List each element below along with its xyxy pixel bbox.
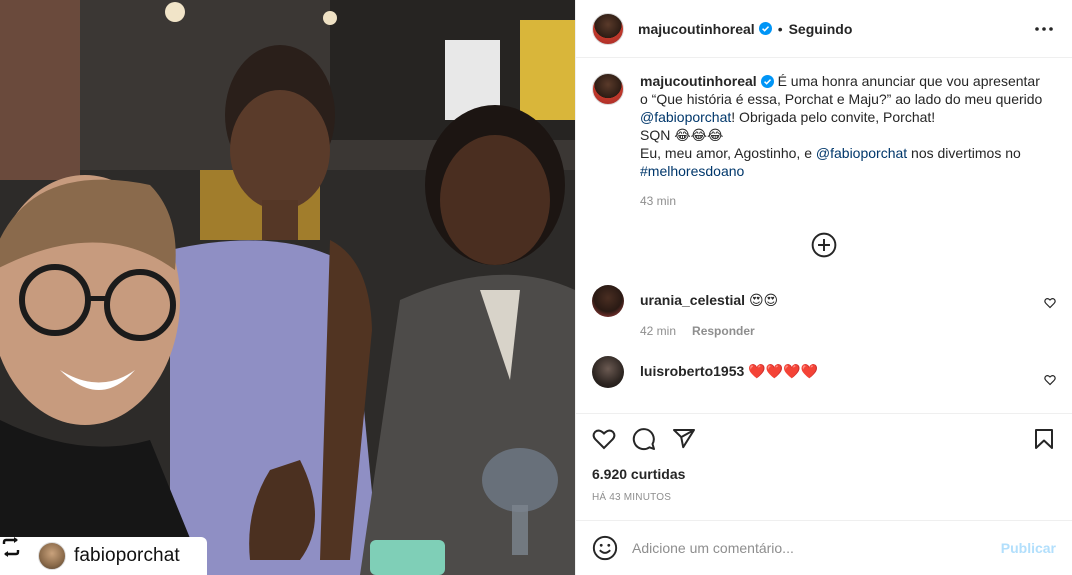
action-bar: [592, 414, 1056, 464]
caption-mention-1[interactable]: @fabioporchat: [640, 109, 731, 125]
caption-time: 43 min: [640, 194, 677, 208]
comment-line: luisroberto1953 ❤️❤️❤️❤️: [640, 362, 1044, 380]
comment-like-heart-icon[interactable]: [1044, 297, 1056, 309]
caption: majucoutinhoreal É uma honra anunciar qu…: [592, 72, 1056, 180]
comment-input[interactable]: [632, 539, 1001, 556]
comment-line: urania_celestial 😍😍: [640, 291, 1044, 309]
caption-username[interactable]: majucoutinhoreal: [640, 73, 757, 89]
following-button[interactable]: Seguindo: [789, 21, 853, 37]
comment-avatar[interactable]: [592, 356, 624, 388]
comment-like-heart-icon[interactable]: [1044, 374, 1056, 386]
comment-icon[interactable]: [632, 419, 672, 459]
comment-username[interactable]: luisroberto1953: [640, 363, 744, 379]
comment-time: 42 min: [640, 324, 677, 338]
comment-composer: Publicar: [576, 520, 1072, 574]
more-options-icon[interactable]: [1032, 17, 1056, 41]
caption-text: majucoutinhoreal É uma honra anunciar qu…: [640, 72, 1050, 180]
publish-button[interactable]: Publicar: [1001, 540, 1056, 556]
caption-avatar[interactable]: [592, 73, 624, 105]
post-photo[interactable]: fabioporchat: [0, 0, 575, 575]
emoji-icon[interactable]: [592, 535, 618, 561]
caption-part-3: Eu, meu amor, Agostinho, e: [640, 145, 816, 161]
comment-item: urania_celestial 😍😍 42 min Responder: [592, 285, 1056, 338]
load-more: [576, 232, 1072, 258]
photo-illustration: [0, 0, 575, 575]
author-avatar[interactable]: [592, 12, 624, 45]
bookmark-icon[interactable]: [1016, 419, 1056, 459]
caption-line-sqn: SQN 😂😂😂: [640, 127, 724, 143]
instagram-post: fabioporchat majucoutinhoreal • Seguindo: [0, 0, 1072, 575]
repost-badge[interactable]: fabioporchat: [0, 537, 207, 575]
post-actions-area: 6.920 curtidas HÁ 43 MINUTOS: [576, 413, 1072, 520]
repost-icon: [2, 537, 30, 567]
posted-time: HÁ 43 MINUTOS: [592, 492, 672, 503]
caption-hashtag[interactable]: #melhoresdoano: [640, 163, 744, 179]
caption-part-2: ! Obrigada pelo convite, Porchat!: [731, 109, 936, 125]
post-side-panel: majucoutinhoreal • Seguindo majucoutinho…: [575, 0, 1072, 575]
comment-body: luisroberto1953 ❤️❤️❤️❤️: [640, 356, 1044, 380]
post-header: majucoutinhoreal • Seguindo: [576, 0, 1072, 58]
heart-icon[interactable]: [592, 419, 632, 459]
reply-button[interactable]: Responder: [692, 324, 755, 338]
author-username[interactable]: majucoutinhoreal: [638, 21, 755, 37]
verified-badge-icon: [758, 22, 772, 35]
comment-item: luisroberto1953 ❤️❤️❤️❤️: [592, 356, 1056, 388]
share-icon[interactable]: [672, 419, 712, 459]
caption-mention-2[interactable]: @fabioporchat: [816, 145, 907, 161]
comment-text: 😍😍: [748, 292, 779, 308]
repost-username: fabioporchat: [74, 545, 180, 566]
comment-body: urania_celestial 😍😍 42 min Responder: [640, 285, 1044, 338]
verified-badge-icon: [760, 75, 774, 88]
comment-avatar[interactable]: [592, 285, 624, 317]
caption-part-4: nos divertimos no: [907, 145, 1021, 161]
repost-avatar: [38, 542, 66, 570]
comment-username[interactable]: urania_celestial: [640, 292, 745, 308]
likes-count[interactable]: 6.920 curtidas: [592, 466, 1056, 482]
header-separator: •: [777, 20, 783, 37]
comment-meta: 42 min Responder: [640, 324, 1044, 338]
comment-text: ❤️❤️❤️❤️: [748, 363, 818, 379]
load-more-comments-icon[interactable]: [811, 232, 837, 258]
comments-section[interactable]: majucoutinhoreal É uma honra anunciar qu…: [576, 58, 1072, 413]
